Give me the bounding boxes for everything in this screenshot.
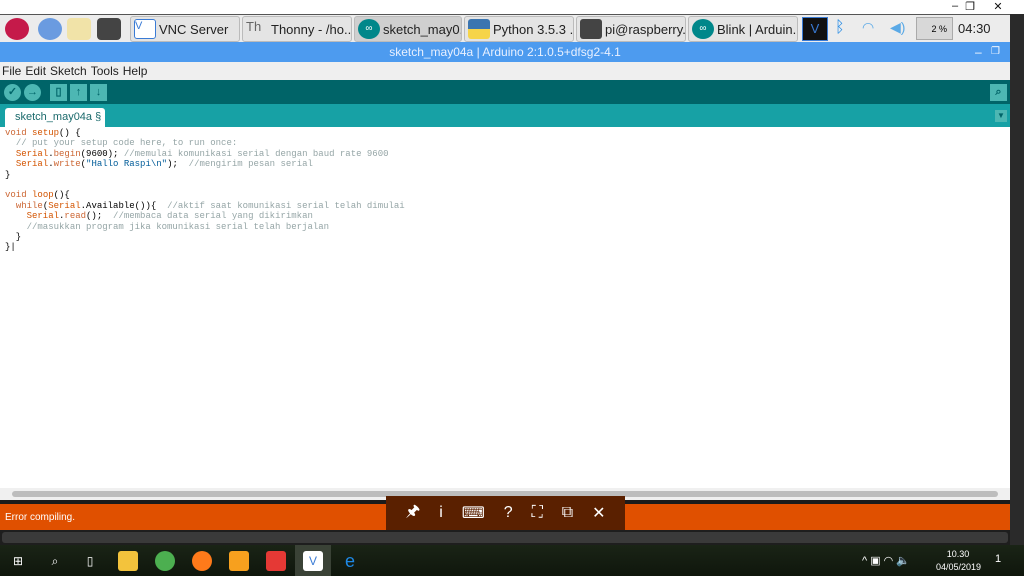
thonny-icon: Th — [246, 19, 268, 39]
taskbar-tab-sketch[interactable]: ∞sketch_may0... — [354, 16, 462, 42]
windows-taskbar: ⊞ ⌕ ▯ V e ^ ▣ ◠ 🔈 10.3004/05/2019 1 — [0, 545, 1024, 576]
code-editor[interactable]: void setup() { // put your setup code he… — [0, 127, 1010, 488]
tab-sketch[interactable]: sketch_may04a § — [5, 108, 105, 127]
vnc-icon: V — [134, 19, 156, 39]
window-titlebar: sketch_may04a | Arduino 2:1.0.5+dfsg2-4.… — [0, 42, 1010, 62]
restore-button[interactable]: ❐ — [955, 0, 985, 13]
tray-icons[interactable]: ^ ▣ ◠ 🔈 — [862, 554, 910, 567]
window-edge — [1010, 14, 1024, 545]
vnc-viewer-icon[interactable]: V — [303, 551, 323, 571]
menu-file[interactable]: File — [2, 64, 21, 78]
help-icon[interactable]: ? — [504, 504, 513, 522]
arduino-icon: ∞ — [692, 19, 714, 39]
new-button[interactable]: ▯ — [50, 84, 67, 101]
terminal-icon[interactable] — [97, 18, 121, 40]
minimize-window-button[interactable]: – — [975, 42, 982, 62]
scale-icon[interactable]: ⧉ — [562, 504, 573, 522]
uc-browser-icon[interactable] — [229, 551, 249, 571]
windows-start-icon[interactable]: ⊞ — [8, 551, 28, 571]
window-title: sketch_may04a | Arduino 2:1.0.5+dfsg2-4.… — [389, 45, 621, 59]
menu-edit[interactable]: Edit — [25, 64, 46, 78]
taskbar-tab-terminal[interactable]: pi@raspberry... — [576, 16, 686, 42]
maximize-window-button[interactable]: ❐ — [991, 42, 1000, 62]
menu-bar: File Edit Sketch Tools Help — [0, 62, 1010, 80]
wifi-icon[interactable]: ◠ — [862, 19, 874, 36]
volume-icon[interactable]: ◀) — [890, 19, 905, 36]
open-button[interactable]: ↑ — [70, 84, 87, 101]
arduino-icon: ∞ — [358, 19, 380, 39]
console-area — [0, 530, 1010, 545]
cpu-usage: 2 % — [916, 17, 953, 40]
vnc-tray-icon[interactable]: V — [802, 17, 828, 41]
close-icon[interactable]: ✕ — [592, 503, 605, 523]
task-view-icon[interactable]: ▯ — [80, 551, 100, 571]
pin-icon[interactable]: 🖈 — [405, 500, 420, 527]
notifications-icon[interactable]: 1 — [995, 553, 1001, 565]
file-manager-icon[interactable] — [67, 18, 91, 40]
clock: 04:30 — [958, 21, 991, 36]
raspberry-menu-icon[interactable] — [5, 18, 29, 40]
serial-monitor-button[interactable]: ⌕ — [990, 84, 1007, 101]
info-icon[interactable]: i — [439, 504, 443, 522]
tab-bar: sketch_may04a § ▼ — [0, 104, 1010, 127]
toolbar: ✓ → ▯ ↑ ↓ ⌕ — [0, 80, 1010, 104]
terminal-icon — [580, 19, 602, 39]
vnc-floating-toolbar: 🖈 i ⌨ ? ⛶ ⧉ ✕ — [386, 496, 625, 530]
taskbar-tab-thonny[interactable]: ThThonny - /ho... — [242, 16, 352, 42]
python-icon — [468, 19, 490, 39]
firefox-icon[interactable] — [192, 551, 212, 571]
menu-help[interactable]: Help — [123, 64, 148, 78]
menu-tools[interactable]: Tools — [91, 64, 119, 78]
file-explorer-icon[interactable] — [118, 551, 138, 571]
browser-icon[interactable] — [38, 18, 62, 40]
chrome-icon[interactable] — [155, 551, 175, 571]
raspberry-pi-taskbar: VVNC Server ThThonny - /ho... ∞sketch_ma… — [0, 14, 1010, 42]
app-icon[interactable] — [266, 551, 286, 571]
taskbar-tab-vnc-server[interactable]: VVNC Server — [130, 16, 240, 42]
upload-button[interactable]: → — [24, 84, 41, 101]
close-button[interactable]: ✕ — [983, 0, 1013, 13]
edge-icon[interactable]: e — [340, 551, 360, 571]
taskbar-tab-blink[interactable]: ∞Blink | Arduin... — [688, 16, 798, 42]
vnc-viewer-titlebar: – ❐ ✕ — [0, 0, 1024, 14]
system-clock[interactable]: 10.3004/05/2019 — [936, 548, 980, 574]
menu-sketch[interactable]: Sketch — [50, 64, 87, 78]
fullscreen-icon[interactable]: ⛶ — [532, 504, 543, 522]
verify-button[interactable]: ✓ — [4, 84, 21, 101]
tab-menu-chevron-down-icon[interactable]: ▼ — [995, 110, 1007, 122]
save-button[interactable]: ↓ — [90, 84, 107, 101]
keyboard-icon[interactable]: ⌨ — [462, 503, 485, 523]
search-icon[interactable]: ⌕ — [45, 551, 65, 571]
bluetooth-icon[interactable]: ᛒ — [835, 19, 845, 37]
taskbar-tab-python[interactable]: Python 3.5.3 ... — [464, 16, 574, 42]
